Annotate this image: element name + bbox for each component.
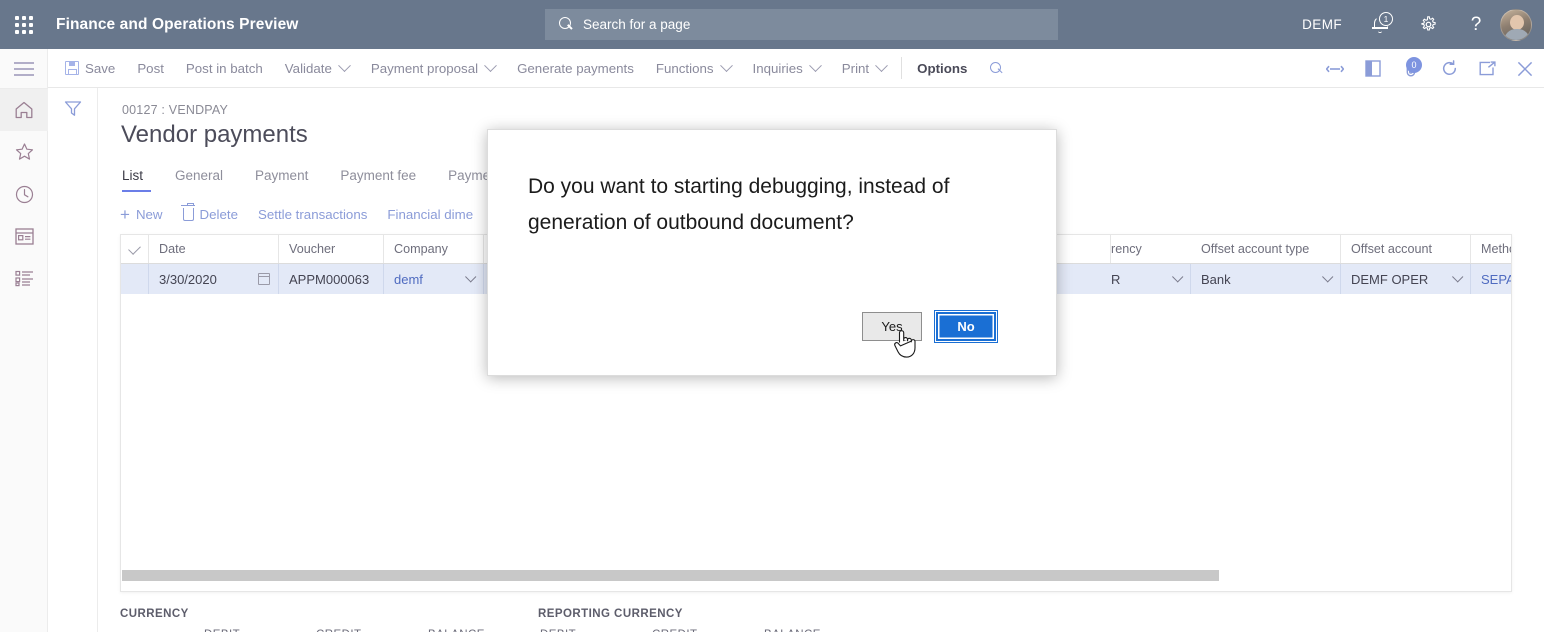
confirmation-dialog: Do you want to starting debugging, inste… — [487, 129, 1057, 376]
dialog-message: Do you want to starting debugging, inste… — [528, 169, 968, 241]
no-button[interactable]: No — [936, 312, 996, 341]
dialog-backdrop: Do you want to starting debugging, inste… — [0, 0, 1544, 632]
dialog-buttons: Yes No — [862, 312, 996, 341]
yes-button[interactable]: Yes — [862, 312, 922, 341]
